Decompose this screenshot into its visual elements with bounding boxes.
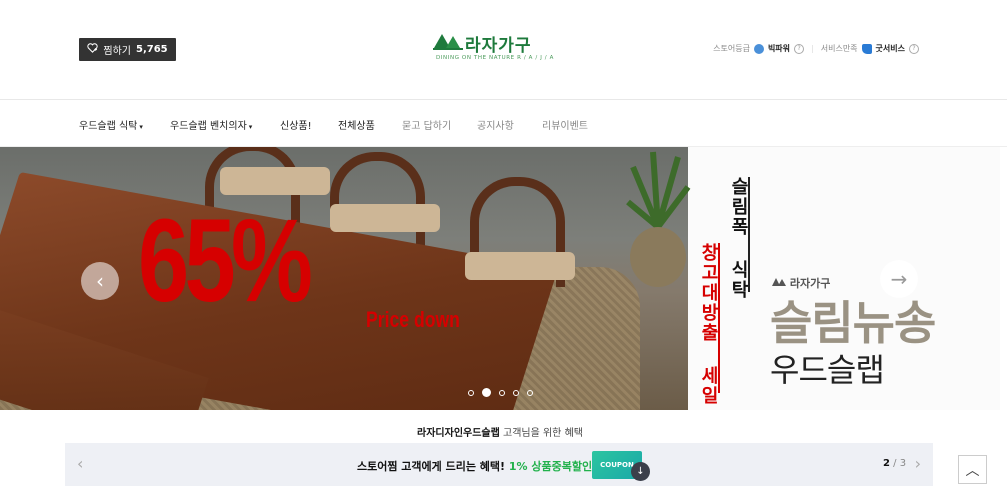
nav-item-review-event[interactable]: 리뷰이벤트 [542,117,588,132]
banner-subtitle: 우드슬랩 [770,351,885,389]
nav-item-new[interactable]: 신상품! [280,117,312,132]
nav-item-qna[interactable]: 묻고 답하기 [402,117,451,132]
vertical-sale-text: 창고대방출 세일 [698,243,719,406]
scroll-top-button[interactable]: ︿ [958,455,987,484]
grade-badge-icon [753,43,764,54]
seat-image [465,252,575,280]
help-icon[interactable]: ? [909,43,919,54]
banner-title: 슬림뉴송 [770,296,936,350]
coupon-prev-button[interactable]: ‹ [77,454,83,473]
vertical-title: 슬림폭 식탁 [728,177,749,300]
store-header: 찜하기 5,765 라자가구 DINING ON THE NATURE R / … [0,0,1007,100]
download-icon[interactable]: ↓ [631,462,650,481]
page-current: 2 [883,458,890,469]
thumbs-up-icon [861,43,872,54]
chevron-down-icon: ▾ [139,123,143,131]
nav-item-label: 우드슬랩 벤치의자 [170,121,247,132]
nav-item-bench-chair[interactable]: 우드슬랩 벤치의자 ▾ [170,117,252,132]
nav-item-wood-slab-table[interactable]: 우드슬랩 식탁 ▾ [79,117,143,132]
slide-dot[interactable] [527,389,533,396]
store-page: 찜하기 5,765 라자가구 DINING ON THE NATURE R / … [0,0,1007,490]
price-down-text: Price down [366,307,460,332]
coupon-next-button[interactable]: › [915,454,921,473]
slide-dot[interactable] [499,389,505,396]
store-grade-value: 빅파워 [767,44,791,53]
tree-logo-icon [433,34,463,56]
logo-name: 라자가구 [465,36,532,56]
category-nav: 우드슬랩 식탁 ▾ 우드슬랩 벤치의자 ▾ 신상품! 전체상품 묻고 답하기 공지사… [0,100,1007,147]
slide-dot[interactable] [468,389,474,396]
heart-icon [87,43,98,56]
coupon-bar: ‹ 스토어찜 고객에게 드리는 혜택! 1% 상품중복할인 COUPON ↓ 2… [65,443,933,486]
coupon-highlight: 1% 상품중복할인 [508,460,593,473]
favorite-label: 찜하기 [103,46,131,57]
help-icon[interactable]: ? [794,43,805,54]
plant-image [626,151,691,287]
benefit-title: 라자디자인우드슬랩 고객님을 위한 혜택 [0,424,1000,439]
chevron-down-icon: ▾ [248,123,253,131]
coupon-page-indicator: 2 / 3 [883,458,906,469]
store-info: 스토어등급 빅파워 ? | 서비스만족 굿서비스 ? [713,43,919,54]
benefit-store-name: 라자디자인우드슬랩 [417,428,500,439]
service-label: 서비스만족 [820,44,858,53]
store-grade-label: 스토어등급 [713,44,750,53]
main-banner[interactable]: 65% Price down 슬림폭 식탁 창고대방출 세일 라자가구 슬림뉴송… [0,147,1000,410]
seat-image [330,204,440,232]
nav-item-label: 우드슬랩 식탁 [79,121,138,132]
divider: | [811,44,814,53]
seat-image [220,167,330,195]
store-logo[interactable]: 라자가구 DINING ON THE NATURE R / A / J / A [433,31,568,69]
logo-tagline: DINING ON THE NATURE R / A / J / A [436,55,554,61]
discount-text: 65% [138,195,313,327]
favorite-count: 5,765 [135,44,168,55]
slide-indicator [468,388,533,397]
service-value: 굿서비스 [875,44,905,53]
banner-prev-button[interactable]: ‹ [81,262,119,300]
nav-item-notice[interactable]: 공지사항 [477,117,514,132]
coupon-message: 스토어찜 고객에게 드리는 혜택! 1% 상품중복할인 [357,458,592,474]
banner-next-button[interactable]: → [880,260,918,298]
slide-dot-active[interactable] [482,388,491,397]
slide-dot[interactable] [513,389,519,396]
benefit-title-rest: 고객님을 위한 혜택 [499,428,583,439]
nav-item-all-products[interactable]: 전체상품 [338,117,375,132]
favorite-button[interactable]: 찜하기 5,765 [79,38,176,61]
page-total: / 3 [893,458,907,469]
tree-logo-icon [772,278,786,286]
coupon-message-text: 스토어찜 고객에게 드리는 혜택! [357,460,509,473]
